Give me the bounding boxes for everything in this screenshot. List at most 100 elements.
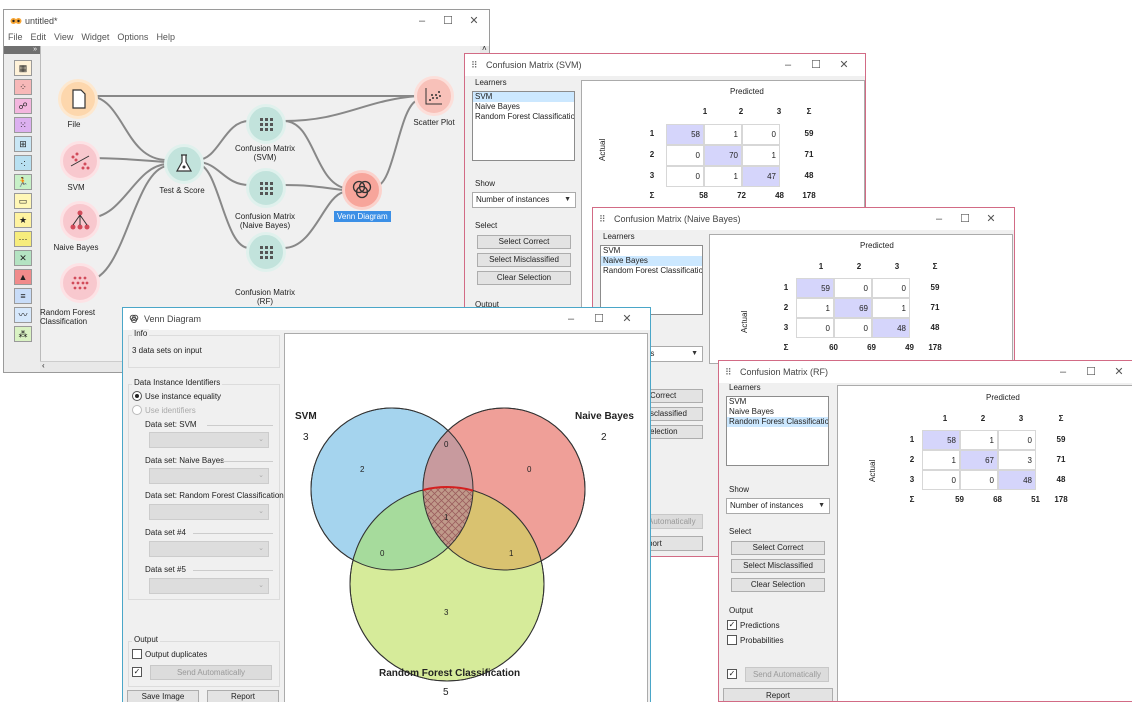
venn-window: Venn Diagram – ☐ ✕ Info 3 data sets on i… — [122, 307, 651, 702]
node-file[interactable] — [58, 79, 98, 119]
cm-cell[interactable]: 0 — [998, 430, 1036, 450]
learner-item[interactable]: Random Forest Classification — [473, 112, 574, 122]
output-label: Output — [729, 606, 754, 615]
learner-item[interactable]: SVM — [601, 246, 702, 256]
learner-item[interactable]: Random Forest Classificatio — [727, 417, 828, 427]
node-naive-bayes[interactable] — [60, 201, 100, 241]
venn-region-svm-rf[interactable]: 0 — [380, 549, 384, 558]
link-test-cmrf[interactable] — [196, 163, 250, 249]
cm-cell[interactable]: 48 — [998, 470, 1036, 490]
venn-region-svm-nb[interactable]: 0 — [444, 440, 448, 449]
checkbox-checked-icon[interactable]: ✓ — [727, 620, 737, 630]
col-header: Σ — [932, 262, 938, 271]
node-venn-diagram-label[interactable]: Venn Diagram — [334, 211, 391, 222]
cm-cell[interactable]: 0 — [796, 318, 834, 338]
minimize-button[interactable]: – — [926, 208, 952, 230]
show-combo[interactable]: Number of instances ▼ — [472, 192, 576, 208]
cm-cell[interactable]: 0 — [922, 470, 960, 490]
cm-cell[interactable]: 0 — [666, 166, 704, 187]
venn-region-all[interactable]: 1 — [444, 513, 448, 522]
node-random-forest[interactable] — [60, 263, 100, 303]
node-cm-rf[interactable] — [246, 232, 286, 272]
cm-cell[interactable]: 1 — [704, 124, 742, 145]
cm-cell[interactable]: 1 — [960, 430, 998, 450]
link-venn-scatter[interactable] — [375, 99, 419, 187]
col-header: 1 — [818, 262, 824, 271]
cm-cell[interactable]: 58 — [666, 124, 704, 145]
cm-cell[interactable]: 69 — [834, 298, 872, 318]
node-svm[interactable] — [60, 141, 100, 181]
cm-cell[interactable]: 0 — [742, 124, 780, 145]
learner-item[interactable]: Random Forest Classificatio — [601, 266, 702, 276]
cm-cell[interactable]: 1 — [704, 166, 742, 187]
clear-selection-button[interactable]: Clear Selection — [731, 578, 825, 592]
select-misclassified-button[interactable]: Select Misclassified — [477, 253, 571, 267]
minimize-button[interactable]: – — [775, 54, 801, 76]
checkbox-icon[interactable] — [727, 635, 737, 645]
node-venn-diagram[interactable] — [342, 170, 382, 210]
send-automatically-button[interactable]: Send Automatically — [745, 667, 829, 682]
cm-cell[interactable]: 0 — [666, 145, 704, 166]
learner-item[interactable]: Naive Bayes — [727, 407, 828, 417]
link-test-cmnb[interactable] — [196, 161, 250, 186]
cm-cell[interactable]: 3 — [998, 450, 1036, 470]
learner-item[interactable]: SVM — [727, 397, 828, 407]
cm-cell[interactable]: 0 — [960, 470, 998, 490]
node-file-label: File — [67, 120, 81, 129]
node-test-score[interactable] — [164, 144, 204, 184]
node-cm-naive-bayes[interactable] — [246, 168, 286, 208]
row-header: Σ — [909, 495, 915, 504]
confusion-matrix-icon — [260, 118, 273, 131]
maximize-button[interactable]: ☐ — [1078, 361, 1104, 383]
checkbox-checked-icon[interactable]: ✓ — [727, 669, 737, 679]
cm-cell[interactable]: 0 — [834, 278, 872, 298]
maximize-button[interactable]: ☐ — [952, 208, 978, 230]
node-scatter-plot[interactable] — [414, 76, 454, 116]
maximize-button[interactable]: ☐ — [803, 54, 829, 76]
cm-cell[interactable]: 67 — [960, 450, 998, 470]
venn-region-nb-rf[interactable]: 1 — [509, 549, 513, 558]
learners-label: Learners — [603, 232, 635, 241]
cm-cell[interactable]: 59 — [796, 278, 834, 298]
show-combo[interactable]: Number of instances ▼ — [726, 498, 830, 514]
learner-item[interactable]: Naive Bayes — [601, 256, 702, 266]
auto-send-checkbox[interactable]: ✓ — [727, 669, 740, 680]
cm-cell[interactable]: 1 — [742, 145, 780, 166]
cm-cell[interactable]: 58 — [922, 430, 960, 450]
venn-region-nb-only[interactable]: 0 — [527, 465, 531, 474]
cm-cell[interactable]: 0 — [834, 318, 872, 338]
col-header: 3 — [1018, 414, 1024, 423]
venn-region-rf-only[interactable]: 3 — [444, 608, 448, 617]
cm-cell[interactable]: 0 — [872, 278, 910, 298]
select-correct-button[interactable]: Select Correct — [731, 541, 825, 555]
col-header: Σ — [1058, 414, 1064, 423]
row-header: 1 — [783, 283, 789, 292]
minimize-button[interactable]: – — [1050, 361, 1076, 383]
predicted-label: Predicted — [860, 241, 894, 250]
learner-item[interactable]: SVM — [473, 92, 574, 102]
cm-cell[interactable]: 47 — [742, 166, 780, 187]
select-correct-button[interactable]: Select Correct — [477, 235, 571, 249]
clear-selection-button[interactable]: Clear Selection — [477, 271, 571, 285]
venn-set-nb-name: Naive Bayes — [575, 411, 634, 422]
link-cmnb-venn[interactable] — [283, 184, 345, 191]
node-cm-svm[interactable] — [246, 104, 286, 144]
close-button[interactable]: ✕ — [978, 208, 1004, 230]
probabilities-checkbox[interactable]: Probabilities — [727, 635, 784, 646]
cm-cell[interactable]: 1 — [872, 298, 910, 318]
confusion-matrix-icon: ⠿ — [725, 367, 732, 377]
report-button[interactable]: Report — [723, 688, 833, 701]
close-button[interactable]: ✕ — [831, 54, 857, 76]
select-misclassified-button[interactable]: Select Misclassified — [731, 559, 825, 573]
learners-list[interactable]: SVM Naive Bayes Random Forest Classifica… — [726, 396, 829, 466]
predictions-checkbox[interactable]: ✓ Predictions — [727, 620, 780, 631]
learner-item[interactable]: Naive Bayes — [473, 102, 574, 112]
venn-region-svm-only[interactable]: 2 — [360, 465, 364, 474]
close-button[interactable]: ✕ — [1106, 361, 1132, 383]
cm-cell[interactable]: 1 — [922, 450, 960, 470]
cm-cell[interactable]: 1 — [796, 298, 834, 318]
learners-list[interactable]: SVM Naive Bayes Random Forest Classifica… — [472, 91, 575, 161]
cm-cell[interactable]: 70 — [704, 145, 742, 166]
learners-list[interactable]: SVM Naive Bayes Random Forest Classifica… — [600, 245, 703, 315]
cm-cell[interactable]: 48 — [872, 318, 910, 338]
